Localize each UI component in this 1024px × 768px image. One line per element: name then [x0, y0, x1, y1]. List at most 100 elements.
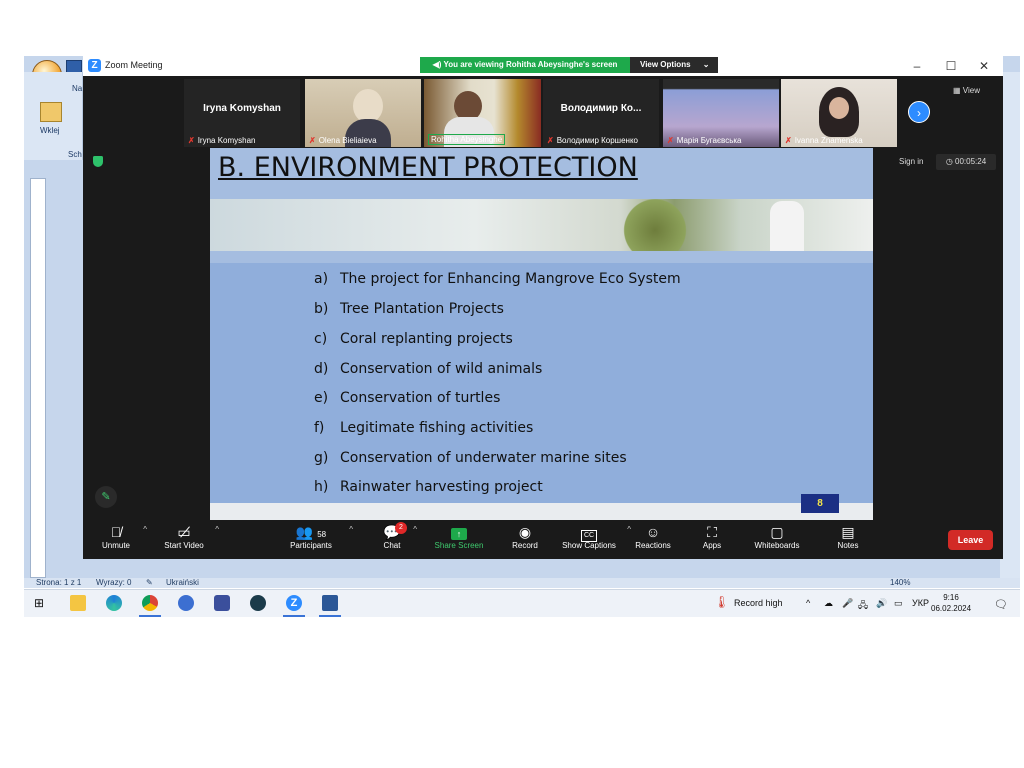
- chat-button[interactable]: 💬 2 Chat ^: [377, 521, 417, 559]
- next-page-icon[interactable]: ›: [908, 101, 930, 123]
- chevron-up-icon[interactable]: ^: [627, 525, 631, 534]
- captions-icon: CC: [559, 521, 619, 542]
- list-item-text: The project for Enhancing Mangrove Eco S…: [340, 271, 681, 287]
- language-indicator[interactable]: УКР: [912, 598, 929, 608]
- word-taskbar-icon[interactable]: [322, 595, 338, 611]
- mic-icon[interactable]: 🎤: [842, 598, 853, 609]
- list-item-letter: c): [314, 331, 328, 347]
- edge-icon[interactable]: [106, 595, 122, 611]
- chevron-up-icon[interactable]: ^: [349, 525, 353, 534]
- chevron-up-icon[interactable]: ^: [413, 525, 417, 534]
- list-item-text: Conservation of wild animals: [340, 361, 543, 377]
- list-item-letter: g): [314, 450, 329, 466]
- participant-caption: ✗ Olena Bieliaieva: [309, 136, 377, 145]
- share-screen-button[interactable]: ↑ Share Screen: [432, 521, 486, 559]
- apps-button[interactable]: ⛶ Apps: [697, 521, 727, 559]
- list-item: g) Conservation of underwater marine site…: [314, 450, 627, 466]
- close-button[interactable]: ✕: [973, 58, 995, 74]
- list-item-text: Tree Plantation Projects: [340, 301, 504, 317]
- network-icon[interactable]: 🖧: [858, 598, 868, 614]
- annotate-pencil-icon[interactable]: ✎: [95, 486, 117, 508]
- participant-caption: ✗ Iryna Komyshan: [188, 136, 256, 145]
- participant-tile[interactable]: ✗ Марія Бугаєвська: [663, 79, 779, 147]
- chrome-icon[interactable]: [142, 595, 158, 611]
- start-video-label: Start Video: [164, 541, 204, 550]
- participant-tile[interactable]: ✗ Ivanna Znamenska: [781, 79, 897, 147]
- start-video-button[interactable]: ▭̸ Start Video ^: [159, 521, 219, 559]
- chevron-down-icon: ⌄: [702, 60, 710, 69]
- list-item: f) Legitimate fishing activities: [314, 420, 533, 436]
- weather-text[interactable]: Record high: [734, 598, 783, 608]
- chat-badge: 2: [395, 522, 407, 534]
- list-item-text: Conservation of underwater marine sites: [340, 450, 627, 466]
- shared-slide: B. ENVIRONMENT PROTECTION a) The project …: [210, 148, 873, 520]
- whiteboards-button[interactable]: ▢ Whiteboards: [749, 521, 805, 559]
- slide-list: a) The project for Enhancing Mangrove Eco…: [210, 263, 873, 503]
- chevron-up-icon[interactable]: ^: [806, 598, 810, 608]
- app-circle-icon[interactable]: [250, 595, 266, 611]
- chat-label: Chat: [383, 541, 401, 550]
- muted-mic-icon: ✗: [309, 136, 316, 145]
- zoom-title-bar: Z Zoom Meeting ◀) You are viewing Rohith…: [83, 56, 1003, 76]
- participant-caption-text: Ivanna Znamenska: [794, 136, 863, 145]
- ribbon-tab[interactable]: Na: [72, 84, 82, 93]
- view-button[interactable]: ▦ View: [953, 86, 980, 95]
- slide-title: B. ENVIRONMENT PROTECTION: [218, 152, 638, 183]
- participant-caption-text: Володимир Коршенко: [556, 136, 639, 145]
- battery-icon[interactable]: ▭: [894, 598, 903, 609]
- list-item-text: Rainwater harvesting project: [340, 479, 543, 495]
- notes-label: Notes: [837, 541, 859, 550]
- view-options-button[interactable]: View Options ⌄: [630, 57, 718, 73]
- muted-mic-icon: ✗: [188, 136, 195, 145]
- minimize-button[interactable]: –: [906, 58, 928, 74]
- participant-tile[interactable]: Володимир Ко... ✗ Володимир Коршенко: [543, 79, 659, 147]
- paste-label[interactable]: Wklej: [40, 126, 60, 135]
- onedrive-icon[interactable]: ☁: [824, 598, 833, 609]
- participant-video: [353, 89, 383, 123]
- apps-label: Apps: [702, 541, 722, 550]
- zoom-logo-icon: Z: [88, 59, 101, 72]
- leave-button[interactable]: Leave: [948, 530, 993, 550]
- file-explorer-icon[interactable]: [70, 595, 86, 611]
- browser-icon[interactable]: [178, 595, 194, 611]
- unmute-button[interactable]: 🎙̸ Unmute ^: [95, 521, 147, 559]
- chevron-up-icon[interactable]: ^: [143, 525, 147, 534]
- participants-count: 58: [317, 530, 327, 539]
- participant-tile[interactable]: ✗ Olena Bieliaieva: [305, 79, 421, 147]
- participant-caption-text: Rohitha Abeysinghe: [431, 135, 503, 144]
- zoom-taskbar-icon[interactable]: Z: [286, 595, 302, 611]
- language-icon: ✎: [146, 578, 153, 587]
- language-status[interactable]: Ukraiński: [166, 578, 199, 587]
- maximize-button[interactable]: ☐: [940, 58, 962, 74]
- vertical-ruler: [30, 178, 46, 578]
- notification-icon[interactable]: 🗨: [994, 598, 1008, 611]
- record-button[interactable]: ◉ Record: [508, 521, 542, 559]
- active-indicator: [283, 615, 305, 617]
- muted-mic-icon: ✗: [667, 136, 674, 145]
- participants-button[interactable]: 👥 58 Participants ^: [283, 521, 353, 559]
- participant-tile[interactable]: Iryna Komyshan ✗ Iryna Komyshan: [184, 79, 300, 147]
- sign-in-link[interactable]: Sign in: [899, 157, 923, 166]
- notes-button[interactable]: ▤ Notes: [831, 521, 865, 559]
- zoom-level[interactable]: 140%: [890, 578, 910, 587]
- system-clock[interactable]: 9:16 06.02.2024: [931, 592, 971, 614]
- participants-icon: 👥 58: [295, 524, 327, 540]
- word-count: Wyrazy: 0: [96, 578, 132, 587]
- security-shield-icon[interactable]: [93, 156, 103, 167]
- list-item: h) Rainwater harvesting project: [314, 479, 543, 495]
- record-label: Record: [512, 541, 538, 550]
- chevron-up-icon[interactable]: ^: [215, 525, 219, 534]
- participant-tile[interactable]: Rohitha Abeysinghe: [424, 79, 541, 147]
- app-icon[interactable]: [214, 595, 230, 611]
- list-item: d) Conservation of wild animals: [314, 361, 542, 377]
- slide-banner-image: [210, 199, 873, 251]
- share-screen-label: Share Screen: [434, 541, 484, 550]
- windows-start-icon[interactable]: ⊞: [34, 596, 44, 610]
- active-indicator: [139, 615, 161, 617]
- volume-icon[interactable]: 🔊: [876, 598, 887, 609]
- paste-icon[interactable]: [40, 102, 62, 122]
- reactions-button[interactable]: ☺ Reactions: [632, 521, 674, 559]
- show-captions-button[interactable]: CC Show Captions ^: [559, 521, 631, 559]
- meeting-timer: ◷ 00:05:24: [936, 154, 996, 170]
- participant-caption-text: Iryna Komyshan: [197, 136, 256, 145]
